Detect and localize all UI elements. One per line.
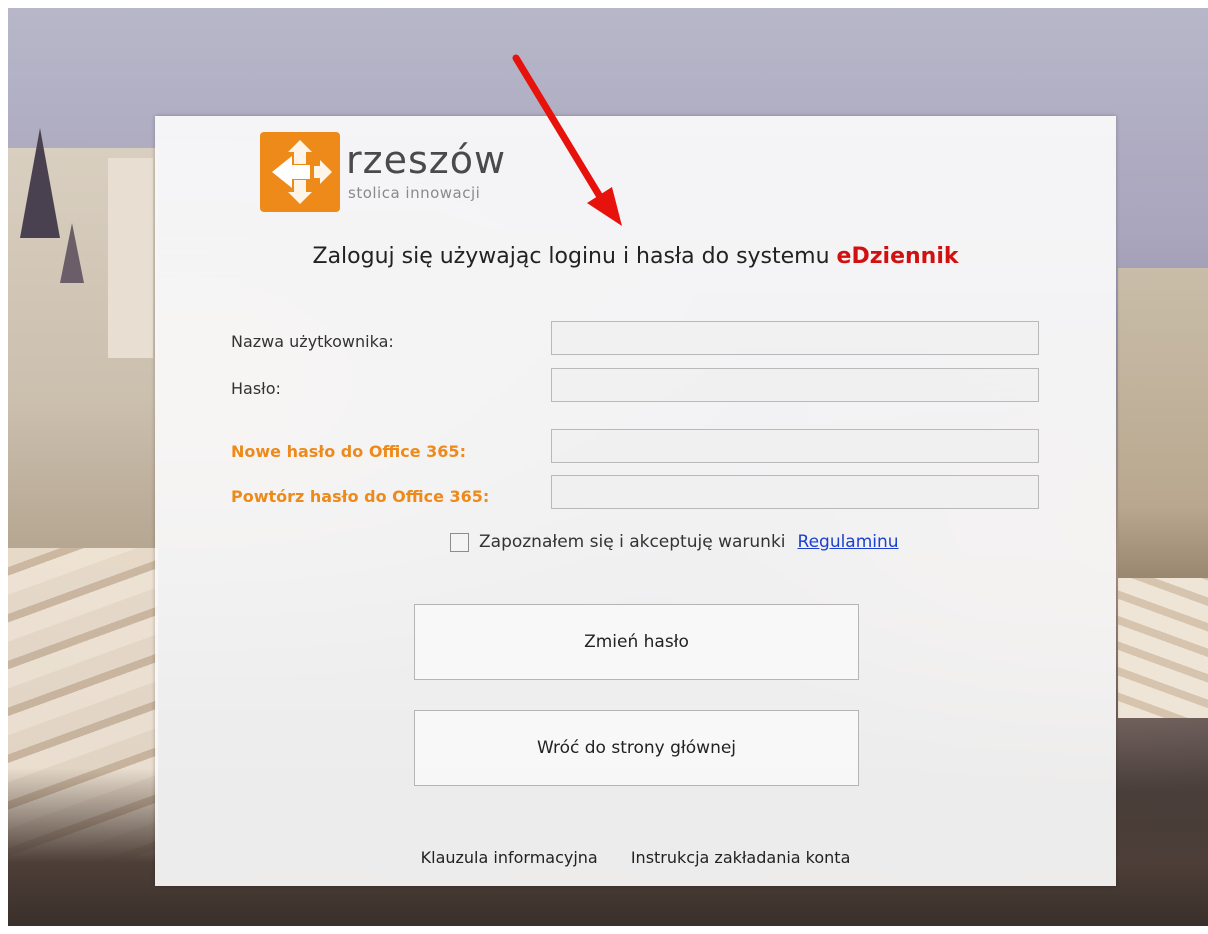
login-panel: rzeszów stolica innowacji Zaloguj się uż…: [155, 116, 1116, 886]
heading-text: Zaloguj się używając loginu i hasła do s…: [312, 244, 837, 269]
system-name: eDziennik: [836, 244, 959, 269]
password-label: Hasło:: [231, 379, 281, 398]
rzeszow-logo: rzeszów stolica innowacji: [260, 132, 540, 212]
repeat-office-password-label: Powtórz hasło do Office 365:: [231, 487, 490, 506]
password-field[interactable]: [551, 368, 1039, 402]
logo-tagline: stolica innowacji: [348, 184, 481, 202]
logo-badge-icon: [260, 132, 340, 212]
terms-link[interactable]: Regulaminu: [798, 532, 899, 552]
logo-city-name: rzeszów: [346, 138, 507, 182]
right-building: [1118, 268, 1208, 608]
new-office-password-label: Nowe hasło do Office 365:: [231, 442, 466, 461]
username-field[interactable]: [551, 321, 1039, 355]
tower-facade: [108, 158, 153, 358]
terms-checkbox[interactable]: [450, 532, 469, 552]
footer-links: Klauzula informacyjna Instrukcja zakłada…: [155, 848, 1116, 867]
login-heading: Zaloguj się używając loginu i hasła do s…: [155, 244, 1116, 269]
market-umbrellas-right: [1118, 578, 1208, 718]
username-label: Nazwa użytkownika:: [231, 332, 394, 351]
back-home-button[interactable]: Wróć do strony głównej: [414, 710, 859, 786]
terms-row: Zapoznałem się i akceptuję warunki Regul…: [450, 532, 899, 552]
terms-text: Zapoznałem się i akceptuję warunki: [479, 532, 786, 552]
tower-spire: [20, 128, 60, 238]
repeat-office-password-field[interactable]: [551, 475, 1039, 509]
new-office-password-field[interactable]: [551, 429, 1039, 463]
account-instructions-link[interactable]: Instrukcja zakładania konta: [631, 848, 851, 867]
change-password-button[interactable]: Zmień hasło: [414, 604, 859, 680]
small-spire: [60, 223, 84, 283]
info-clause-link[interactable]: Klauzula informacyjna: [421, 848, 598, 867]
